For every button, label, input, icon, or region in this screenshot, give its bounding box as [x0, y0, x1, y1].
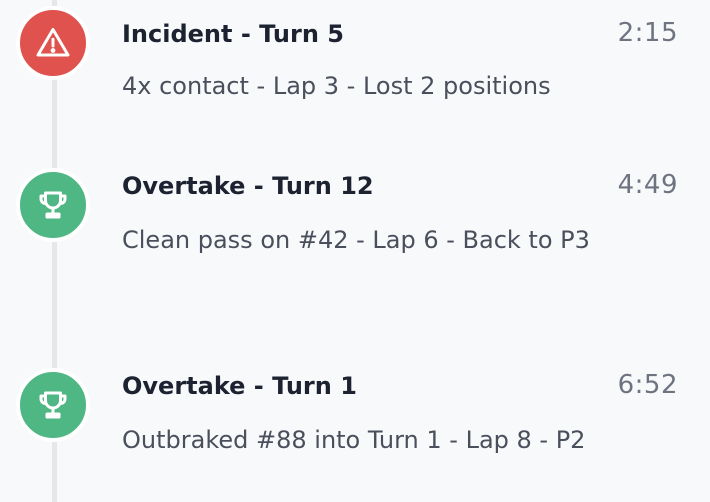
warning-icon — [36, 28, 70, 57]
timeline-event-incident[interactable]: Incident - Turn 5 2:15 4x contact - Lap … — [0, 0, 710, 150]
event-title: Incident - Turn 5 — [122, 20, 344, 48]
event-time: 6:52 — [617, 370, 678, 400]
trophy-icon — [39, 191, 67, 219]
event-title: Overtake - Turn 1 — [122, 372, 357, 400]
event-time: 2:15 — [617, 18, 678, 48]
event-description: Clean pass on #42 - Lap 6 - Back to P3 — [122, 226, 590, 254]
timeline-event-overtake[interactable]: Overtake - Turn 1 6:52 Outbraked #88 int… — [0, 350, 710, 502]
event-description: Outbraked #88 into Turn 1 - Lap 8 - P2 — [122, 426, 586, 454]
incident-badge — [16, 6, 90, 80]
event-description: 4x contact - Lap 3 - Lost 2 positions — [122, 72, 551, 100]
timeline-event-overtake[interactable]: Overtake - Turn 12 4:49 Clean pass on #4… — [0, 150, 710, 350]
overtake-badge — [16, 368, 90, 442]
event-title: Overtake - Turn 12 — [122, 172, 374, 200]
overtake-badge — [16, 168, 90, 242]
event-timeline: Incident - Turn 5 2:15 4x contact - Lap … — [0, 0, 710, 502]
trophy-icon — [39, 391, 67, 419]
event-time: 4:49 — [617, 170, 678, 200]
